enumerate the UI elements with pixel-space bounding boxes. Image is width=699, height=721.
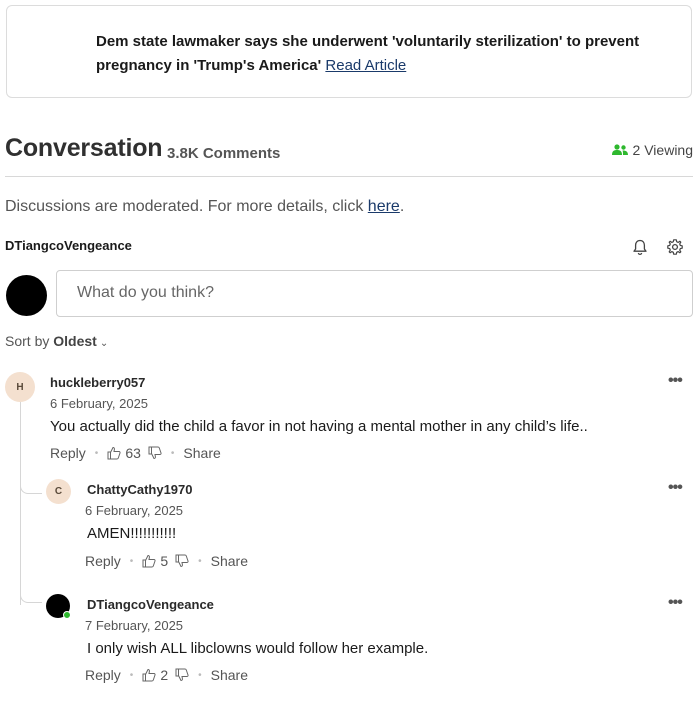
reply-button[interactable]: Reply	[85, 553, 121, 569]
online-status-dot	[63, 611, 71, 619]
more-options-icon[interactable]: •••	[668, 372, 683, 390]
share-button[interactable]: Share	[183, 445, 220, 461]
viewing-indicator: 2 Viewing	[611, 142, 693, 158]
share-button[interactable]: Share	[211, 553, 248, 569]
read-article-link[interactable]: Read Article	[325, 57, 406, 74]
share-button[interactable]: Share	[211, 667, 248, 683]
thumbs-up-icon[interactable]	[142, 668, 156, 682]
thumbs-down-icon[interactable]	[148, 446, 162, 460]
thread-branch	[20, 589, 42, 603]
bell-icon[interactable]	[631, 238, 649, 256]
sort-value: Oldest	[53, 333, 97, 349]
like-count: 63	[125, 445, 141, 461]
thumbs-down-icon[interactable]	[175, 554, 189, 568]
thumbs-down-icon[interactable]	[175, 668, 189, 682]
moderation-notice: Discussions are moderated. For more deta…	[5, 198, 404, 216]
comment-date: 7 February, 2025	[85, 618, 184, 633]
comment-body: I only wish ALL libclowns would follow h…	[87, 640, 429, 657]
comment-actions: Reply • 2 • Share	[85, 667, 248, 683]
article-card: Dem state lawmaker says she underwent 'v…	[6, 5, 692, 98]
sort-dropdown[interactable]: Sort by Oldest ⌄	[5, 333, 108, 349]
avatar[interactable]: H	[5, 372, 35, 402]
moderation-details-link[interactable]: here	[368, 198, 400, 215]
like-count: 5	[160, 553, 169, 569]
comment-input[interactable]: What do you think?	[56, 270, 693, 317]
thread-line	[20, 400, 21, 605]
sort-prefix: Sort by	[5, 333, 50, 349]
comment-date: 6 February, 2025	[50, 396, 149, 411]
chevron-down-icon: ⌄	[99, 338, 109, 349]
viewing-count: 2 Viewing	[632, 142, 693, 158]
avatar[interactable]: C	[46, 479, 71, 504]
comment-actions: Reply • 63 • Share	[50, 445, 221, 461]
comment-username[interactable]: ChattyCathy1970	[87, 482, 193, 497]
comment-date: 6 February, 2025	[85, 503, 184, 518]
header-divider	[5, 176, 693, 177]
comment-actions: Reply • 5 • Share	[85, 553, 248, 569]
reply-button[interactable]: Reply	[85, 667, 121, 683]
current-username: DTiangcoVengeance	[5, 238, 132, 253]
comment-count: 3.8K Comments	[167, 145, 281, 162]
more-options-icon[interactable]: •••	[668, 594, 683, 612]
conversation-header: Conversation 3.8K Comments 2 Viewing	[5, 134, 693, 168]
thumbs-up-icon[interactable]	[142, 554, 156, 568]
thread-branch	[20, 480, 42, 494]
comment-username[interactable]: DTiangcoVengeance	[87, 597, 214, 612]
more-options-icon[interactable]: •••	[668, 479, 683, 497]
moderation-end: .	[399, 198, 405, 215]
like-count: 2	[160, 667, 169, 683]
gear-icon[interactable]	[666, 238, 684, 256]
comment-username[interactable]: huckleberry057	[50, 375, 145, 390]
moderation-text: Discussions are moderated. For more deta…	[5, 198, 368, 215]
article-headline-block: Dem state lawmaker says she underwent 'v…	[96, 30, 666, 78]
comment-body: AMEN!!!!!!!!!!!	[87, 525, 177, 542]
thumbs-up-icon[interactable]	[107, 446, 121, 460]
comment-body: You actually did the child a favor in no…	[50, 418, 588, 435]
current-user-avatar	[6, 275, 47, 316]
conversation-title: Conversation	[5, 134, 163, 162]
users-icon	[611, 144, 628, 155]
reply-button[interactable]: Reply	[50, 445, 86, 461]
